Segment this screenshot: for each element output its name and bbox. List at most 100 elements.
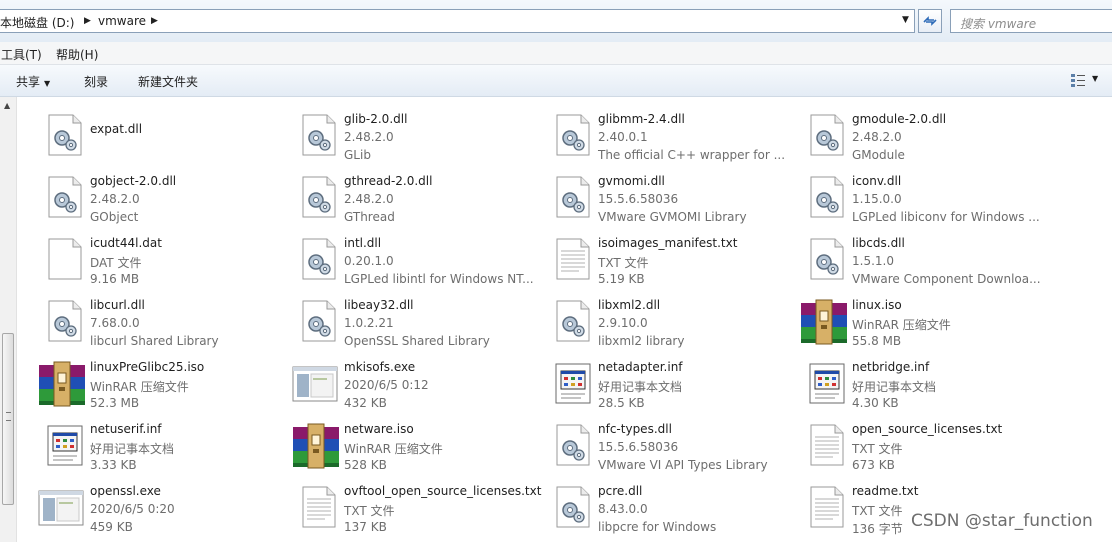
file-detail: 2.9.10.0	[598, 316, 648, 330]
file-item[interactable]: libcds.dll 1.5.1.0 VMware Component Downlo…	[799, 236, 1049, 297]
file-name: glibmm-2.4.dll	[598, 112, 685, 126]
text-file-icon	[297, 485, 341, 529]
chevron-right-icon[interactable]: ▶	[151, 16, 158, 26]
command-bar: 共享 ▼ 刻录 新建文件夹 ▼	[0, 65, 1112, 97]
file-item[interactable]: gthread-2.0.dll 2.48.2.0 GThread	[291, 174, 541, 235]
text-file-icon	[805, 423, 849, 467]
file-name: netuserif.inf	[90, 422, 162, 436]
blank-file-icon	[43, 237, 87, 281]
file-description: 432 KB	[344, 396, 387, 410]
file-detail: 0.20.1.0	[344, 254, 394, 268]
dll-icon	[297, 113, 341, 157]
file-description: VMware Component Downloa...	[852, 272, 1041, 286]
file-name: netbridge.inf	[852, 360, 930, 374]
burn-button[interactable]: 刻录	[84, 73, 108, 90]
file-item[interactable]: linux.iso WinRAR 压缩文件 55.8 MB	[799, 298, 1049, 359]
file-item[interactable]: icudt44l.dat DAT 文件 9.16 MB	[37, 236, 287, 297]
file-item[interactable]: glib-2.0.dll 2.48.2.0 GLib	[291, 112, 541, 173]
file-item[interactable]: libcurl.dll 7.68.0.0 libcurl Shared Librar…	[37, 298, 287, 359]
file-name: nfc-types.dll	[598, 422, 672, 436]
file-name: gobject-2.0.dll	[90, 174, 177, 188]
file-item[interactable]: intl.dll 0.20.1.0 LGPLed libintl for Windo…	[291, 236, 541, 297]
dll-icon	[551, 299, 595, 343]
refresh-button[interactable]	[918, 9, 942, 33]
file-name: iconv.dll	[852, 174, 902, 188]
file-item[interactable]: glibmm-2.4.dll 2.40.0.1 The official C++ w…	[545, 112, 795, 173]
share-label: 共享	[16, 75, 41, 89]
file-description: 673 KB	[852, 458, 895, 472]
file-detail: WinRAR 压缩文件	[852, 318, 951, 332]
chevron-right-icon[interactable]: ▶	[84, 16, 91, 26]
scroll-thumb[interactable]	[2, 333, 14, 505]
file-description: GModule	[852, 148, 905, 162]
file-item[interactable]: netuserif.inf 好用记事本文档 3.33 KB	[37, 422, 287, 483]
exe-icon	[37, 485, 84, 529]
dll-icon	[805, 175, 849, 219]
file-description: VMware VI API Types Library	[598, 458, 768, 472]
file-description: GObject	[90, 210, 139, 224]
file-item[interactable]: gobject-2.0.dll 2.48.2.0 GObject	[37, 174, 287, 235]
menu-tools[interactable]: 工具(T)	[1, 46, 42, 63]
file-detail: TXT 文件	[852, 442, 903, 456]
file-name: pcre.dll	[598, 484, 643, 498]
file-name: netware.iso	[344, 422, 414, 436]
dll-icon	[297, 299, 341, 343]
file-description: 137 KB	[344, 520, 387, 534]
file-name: mkisofs.exe	[344, 360, 416, 374]
file-item[interactable]: gvmomi.dll 15.5.6.58036 VMware GVMOMI Libr…	[545, 174, 795, 235]
file-name: linuxPreGlibc25.iso	[90, 360, 205, 374]
file-item[interactable]: ovftool_open_source_licenses.txt TXT 文件 13…	[291, 484, 541, 545]
file-detail: 2.48.2.0	[852, 130, 902, 144]
file-item[interactable]: libeay32.dll 1.0.2.21 OpenSSL Shared Libra…	[291, 298, 541, 359]
file-name: libeay32.dll	[344, 298, 414, 312]
file-description: 9.16 MB	[90, 272, 140, 286]
file-item[interactable]: libxml2.dll 2.9.10.0 libxml2 library	[545, 298, 795, 359]
file-detail: WinRAR 压缩文件	[90, 380, 189, 394]
new-folder-button[interactable]: 新建文件夹	[138, 73, 198, 90]
chevron-down-icon[interactable]: ▼	[902, 15, 909, 25]
file-item[interactable]: mkisofs.exe 2020/6/5 0:12 432 KB	[291, 360, 541, 421]
breadcrumb-drive[interactable]: 本地磁盘 (D:)	[0, 14, 74, 31]
search-placeholder: 搜索 vmware	[960, 17, 1037, 31]
search-box[interactable]: 搜索 vmware	[950, 9, 1112, 33]
file-name: open_source_licenses.txt	[852, 422, 1003, 436]
file-item[interactable]: iconv.dll 1.15.0.0 LGPLed libiconv for Win…	[799, 174, 1049, 235]
scroll-up-arrow-icon[interactable]: ▲	[4, 101, 10, 110]
file-detail: TXT 文件	[852, 504, 903, 518]
dll-icon	[43, 113, 87, 157]
file-detail: 2020/6/5 0:20	[90, 502, 175, 516]
file-item[interactable]: netbridge.inf 好用记事本文档 4.30 KB	[799, 360, 1049, 421]
dll-icon	[551, 485, 595, 529]
winrar-icon	[291, 421, 339, 469]
dll-icon	[551, 113, 595, 157]
breadcrumb[interactable]: 本地磁盘 (D:) ▶ vmware ▶	[0, 9, 915, 33]
file-item[interactable]: netware.iso WinRAR 压缩文件 528 KB	[291, 421, 541, 483]
view-options-icon[interactable]	[1070, 72, 1086, 88]
file-item[interactable]: gmodule-2.0.dll 2.48.2.0 GModule	[799, 112, 1049, 173]
menu-bar: 工具(T) 帮助(H)	[0, 42, 1112, 65]
file-item[interactable]: expat.dll	[37, 113, 287, 173]
dll-icon	[297, 237, 341, 281]
file-item[interactable]: linuxPreGlibc25.iso WinRAR 压缩文件 52.3 MB	[37, 360, 287, 421]
file-detail: 15.5.6.58036	[598, 440, 679, 454]
file-name: libcurl.dll	[90, 298, 145, 312]
file-item[interactable]: nfc-types.dll 15.5.6.58036 VMware VI API T…	[545, 422, 795, 483]
chevron-down-icon: ▼	[44, 79, 51, 88]
file-name: gvmomi.dll	[598, 174, 665, 188]
file-item[interactable]: open_source_licenses.txt TXT 文件 673 KB	[799, 422, 1049, 483]
file-detail: 好用记事本文档	[598, 380, 683, 394]
share-button[interactable]: 共享 ▼	[16, 73, 50, 90]
file-detail: 2020/6/5 0:12	[344, 378, 429, 392]
file-item[interactable]: isoimages_manifest.txt TXT 文件 5.19 KB	[545, 236, 795, 297]
menu-help[interactable]: 帮助(H)	[56, 46, 98, 63]
breadcrumb-folder[interactable]: vmware	[98, 14, 146, 28]
file-item[interactable]: netadapter.inf 好用记事本文档 28.5 KB	[545, 360, 795, 421]
file-item[interactable]: pcre.dll 8.43.0.0 libpcre for Windows	[545, 484, 795, 545]
chevron-down-icon[interactable]: ▼	[1092, 74, 1098, 83]
file-description: 459 KB	[90, 520, 133, 534]
file-item[interactable]: openssl.exe 2020/6/5 0:20 459 KB	[37, 484, 287, 545]
dll-icon	[551, 423, 595, 467]
file-detail: WinRAR 压缩文件	[344, 442, 443, 456]
refresh-icon	[923, 16, 937, 26]
vertical-scrollbar[interactable]: ▲	[0, 97, 17, 542]
